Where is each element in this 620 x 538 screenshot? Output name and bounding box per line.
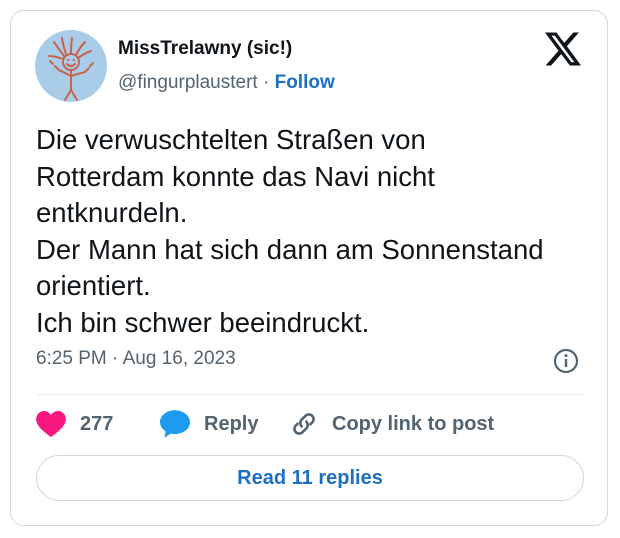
tweet-line: entknurdeln. xyxy=(36,197,188,228)
tweet-timestamp[interactable]: 6:25 PM · Aug 16, 2023 xyxy=(36,348,236,370)
author-display-name[interactable]: MissTrelawny (sic!) xyxy=(118,38,292,60)
tweet-text: Die verwuschtelten Straßen von Rotterdam… xyxy=(36,122,596,341)
read-replies-button[interactable]: Read 11 replies xyxy=(36,455,584,501)
reply-label: Reply xyxy=(204,412,259,435)
author-handle[interactable]: @fingurplaustert xyxy=(118,72,258,93)
stick-figure-avatar-icon xyxy=(48,37,94,101)
reply-bubble-icon xyxy=(160,410,190,438)
handle-separator: · xyxy=(262,72,270,93)
author-avatar[interactable] xyxy=(35,30,107,102)
follow-link[interactable]: Follow xyxy=(275,72,335,93)
copy-link-button[interactable]: Copy link to post xyxy=(290,408,494,440)
heart-icon xyxy=(36,411,66,437)
reply-button[interactable]: Reply xyxy=(160,408,258,440)
like-count: 277 xyxy=(80,412,114,435)
tweet-line: orientiert. xyxy=(36,270,151,301)
tweet-line: Ich bin schwer beeindruckt. xyxy=(36,306,370,338)
info-icon[interactable] xyxy=(553,348,579,374)
tweet-line: Die verwuschtelten Straßen von xyxy=(36,124,426,155)
like-button[interactable]: 277 xyxy=(36,408,113,440)
copy-link-label: Copy link to post xyxy=(332,412,495,435)
tweet-line: Der Mann hat sich dann am Sonnenstand xyxy=(36,233,544,265)
link-icon xyxy=(293,413,315,435)
author-handle-row: @fingurplaustert · Follow xyxy=(118,72,335,94)
tweet-line: Rotterdam konnte das Navi nicht xyxy=(36,160,435,192)
divider xyxy=(36,394,584,395)
read-replies-label: Read 11 replies xyxy=(237,466,383,489)
x-logo-icon[interactable] xyxy=(545,32,581,66)
